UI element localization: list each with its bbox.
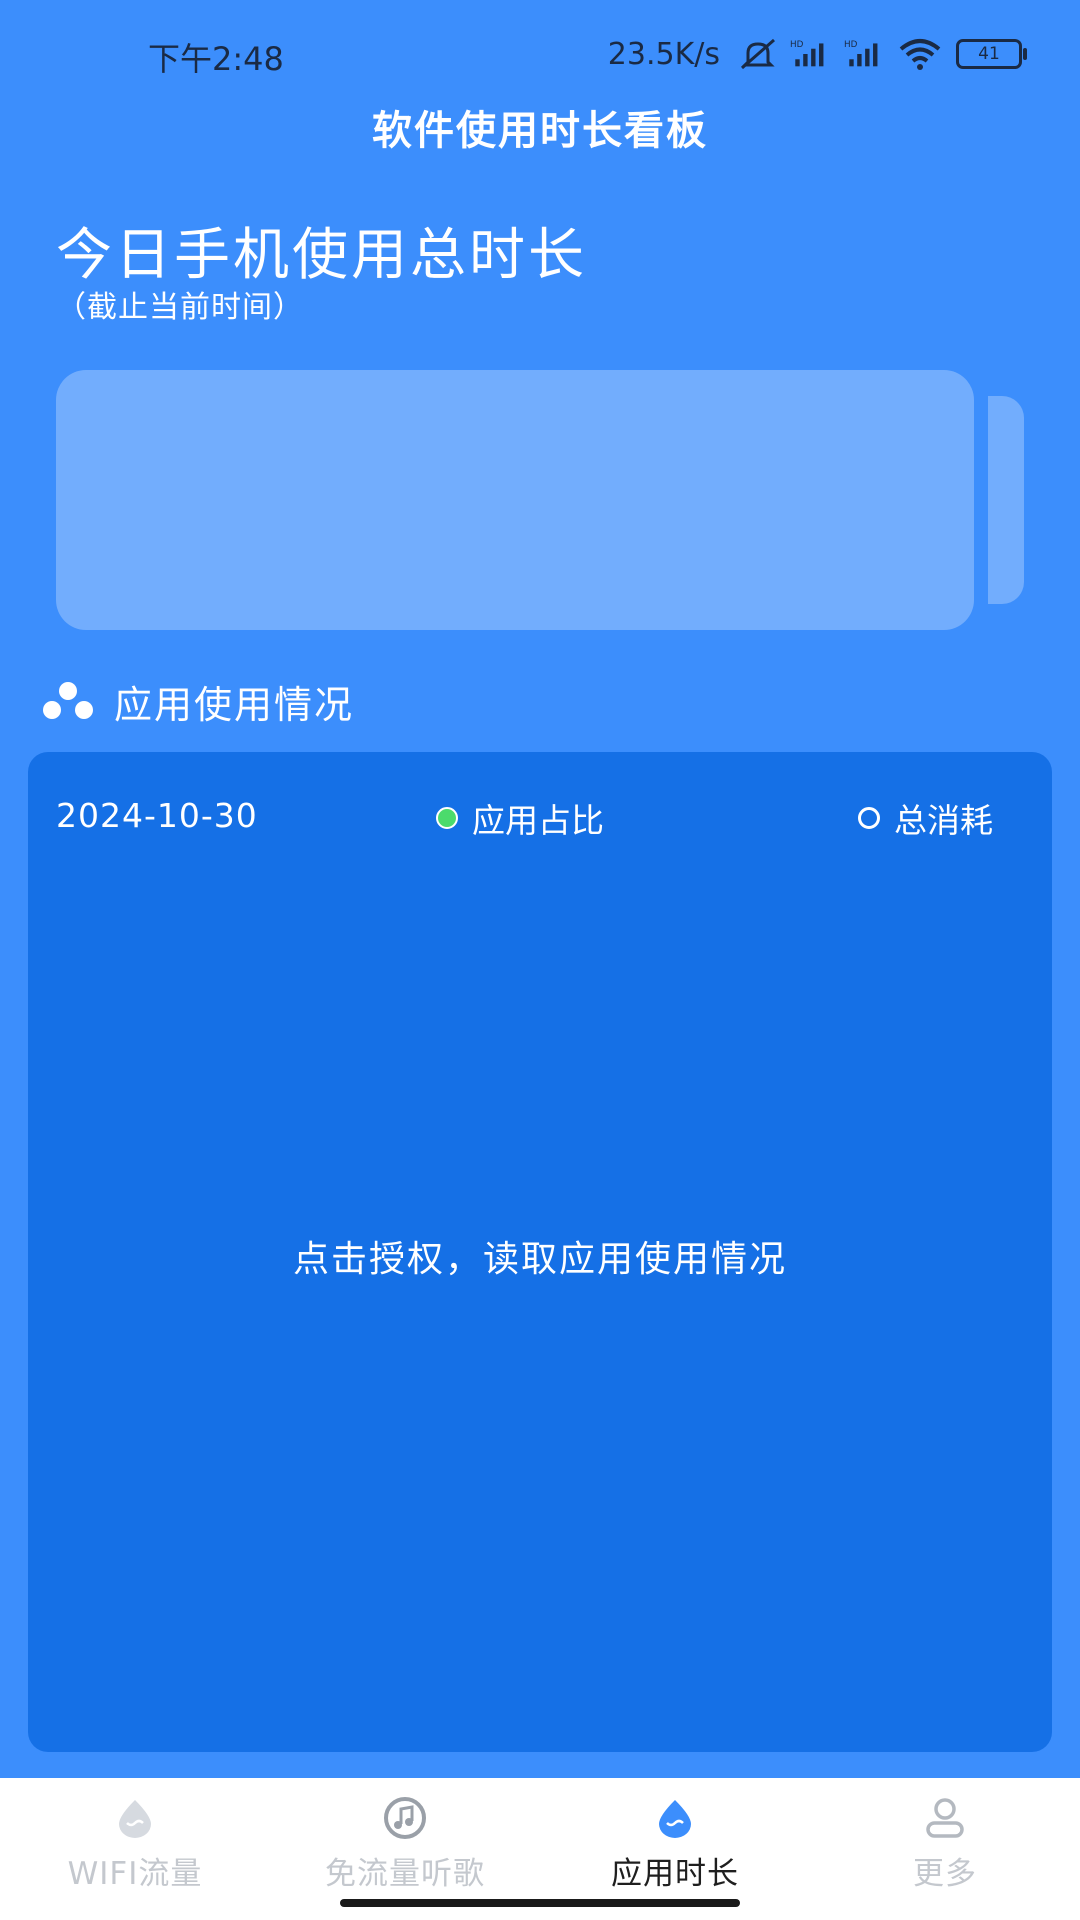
legend-total-consumption[interactable]: 总消耗 (858, 794, 993, 842)
wifi-icon (899, 39, 941, 70)
home-indicator[interactable] (340, 1899, 740, 1907)
page-title: 软件使用时长看板 (372, 108, 708, 154)
nav-item-more[interactable]: 更多 (810, 1796, 1080, 1896)
status-bar: 下午2:48 23.5K/s HD HD 41 (0, 0, 1080, 110)
status-time: 下午2:48 (148, 40, 284, 78)
user-icon (926, 1798, 964, 1838)
legend-hollow-dot-icon (858, 807, 880, 829)
network-speed: 23.5K/s (607, 36, 720, 72)
nav-label: 更多 (913, 1856, 977, 1892)
nav-item-wifi-traffic[interactable]: WIFI流量 (0, 1796, 270, 1896)
section-title: 应用使用情况 (114, 682, 355, 727)
nav-item-app-duration[interactable]: 应用时长 (540, 1796, 810, 1896)
usage-battery-tip (988, 396, 1024, 604)
legend-filled-dot-icon (436, 807, 458, 829)
today-usage-title: 今日手机使用总时长 (56, 223, 587, 288)
signal-hd-icon: HD (790, 40, 824, 67)
signal-hd-icon: HD (844, 40, 878, 67)
nav-item-free-music[interactable]: 免流量听歌 (270, 1796, 540, 1896)
authorize-usage-button[interactable]: 点击授权，读取应用使用情况 (28, 1230, 1052, 1282)
battery-icon: 41 (956, 39, 1027, 69)
today-usage-subtitle: （截止当前时间） (56, 290, 304, 325)
drop-icon (119, 1800, 151, 1838)
usage-date: 2024-10-30 (56, 796, 258, 835)
music-note-icon (384, 1797, 426, 1839)
drop-icon (659, 1800, 691, 1838)
svg-text:HD: HD (844, 40, 858, 50)
usage-battery-panel (56, 370, 974, 630)
legend-label: 应用占比 (472, 801, 604, 840)
nav-label: WIFI流量 (67, 1856, 203, 1892)
apps-cluster-icon (43, 682, 93, 719)
legend-label: 总消耗 (894, 801, 993, 840)
nav-label: 应用时长 (611, 1856, 739, 1892)
mute-icon (741, 38, 775, 70)
app-usage-card[interactable]: 2024-10-30 应用占比 总消耗 点击授权，读取应用使用情况 (28, 752, 1052, 1752)
status-icons: 23.5K/s HD HD 41 (607, 34, 1027, 74)
legend-app-share[interactable]: 应用占比 (436, 794, 604, 842)
nav-label: 免流量听歌 (325, 1856, 485, 1892)
section-header: 应用使用情况 (42, 676, 355, 727)
svg-text:HD: HD (790, 40, 804, 50)
